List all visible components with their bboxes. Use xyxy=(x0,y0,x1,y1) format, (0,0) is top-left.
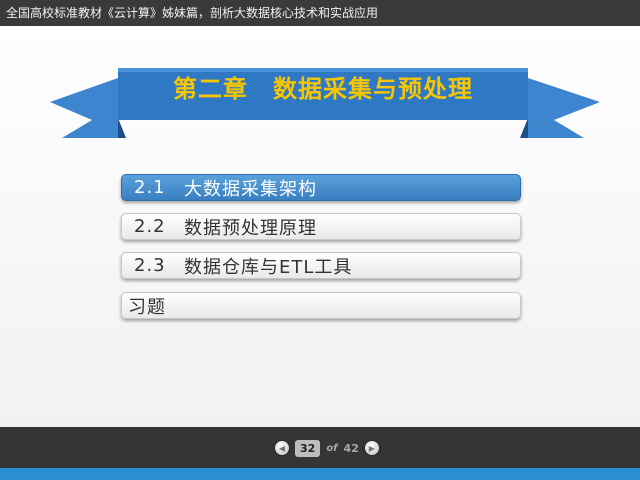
ribbon-left-fold xyxy=(118,118,126,138)
page-navigator: ◀ 32 of 42 ▶ xyxy=(275,437,379,459)
bottom-accent-strip xyxy=(0,468,640,480)
ribbon-left-tail xyxy=(50,78,126,138)
header-bar: 全国高校标准教材《云计算》姊妹篇，剖析大数据核心技术和实战应用 xyxy=(0,0,640,26)
menu-item-label: 大数据采集架构 xyxy=(184,178,317,200)
menu-item-2-3[interactable]: 2.3 数据仓库与ETL工具 xyxy=(121,252,521,279)
chapter-title: 第二章 数据采集与预处理 xyxy=(173,75,473,103)
menu-item-2-1[interactable]: 2.1 大数据采集架构 xyxy=(121,174,521,201)
current-page: 32 xyxy=(295,439,321,457)
total-pages: 42 xyxy=(343,441,359,455)
chapter-banner: 第二章 数据采集与预处理 xyxy=(0,26,640,146)
menu-item-number: 2.3 xyxy=(134,255,166,276)
slide-area: 第二章 数据采集与预处理 2.1 大数据采集架构 2.2 数据预处理原理 2.3… xyxy=(0,26,640,427)
menu-item-label: 数据预处理原理 xyxy=(184,217,317,239)
menu-item-label: 习题 xyxy=(128,296,166,318)
menu-item-number: 2.2 xyxy=(134,216,166,237)
circle-left-icon[interactable]: ◀ xyxy=(275,441,289,455)
circle-right-icon[interactable]: ▶ xyxy=(364,441,379,455)
menu-item-2-2[interactable]: 2.2 数据预处理原理 xyxy=(121,213,521,240)
page-of-label: of xyxy=(326,442,338,454)
ribbon-right-fold xyxy=(520,118,528,138)
ribbon-right-tail xyxy=(520,78,600,138)
menu-item-number: 2.1 xyxy=(134,177,166,198)
header-text: 全国高校标准教材《云计算》姊妹篇，剖析大数据核心技术和实战应用 xyxy=(6,6,379,20)
menu-item-label: 数据仓库与ETL工具 xyxy=(184,256,353,278)
menu-item-exercises[interactable]: 习题 xyxy=(121,292,521,319)
